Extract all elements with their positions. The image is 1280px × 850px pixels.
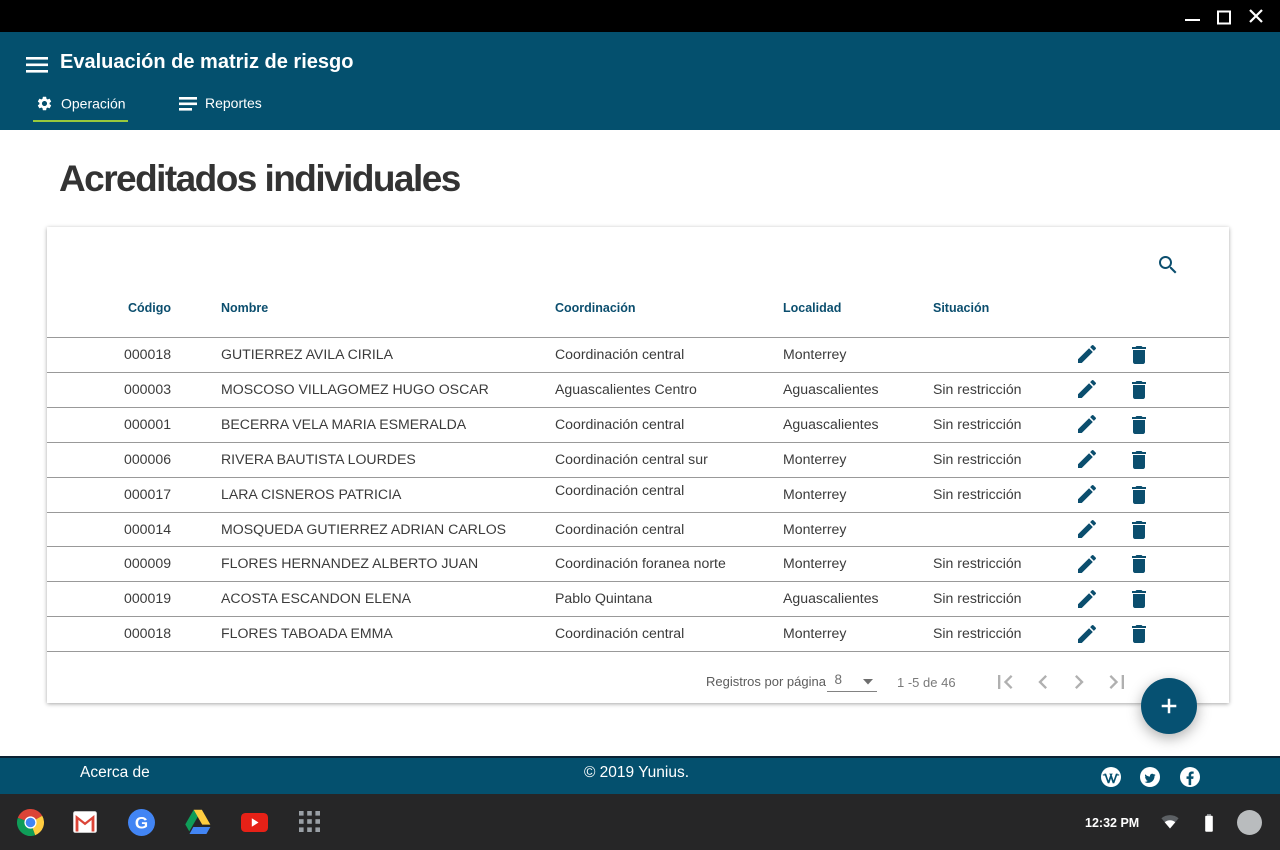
svg-text:G: G xyxy=(135,813,148,832)
